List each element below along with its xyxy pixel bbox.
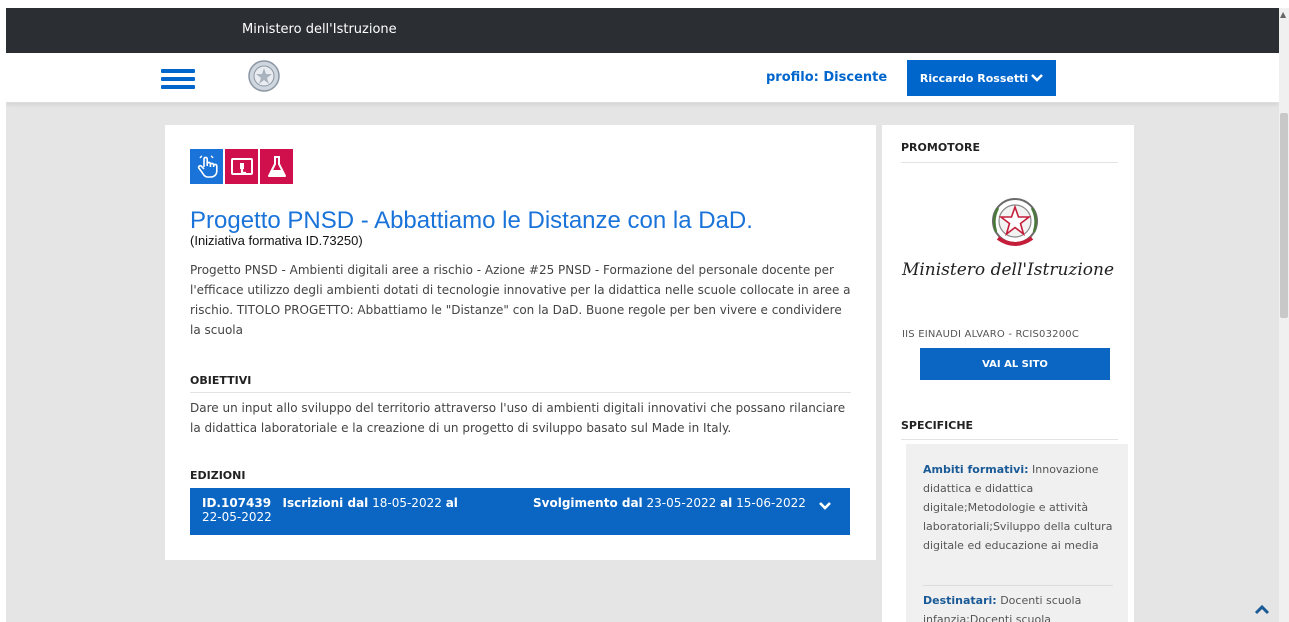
sidebar: PROMOTORE Ministero dell'Istruzione IIS … xyxy=(882,125,1134,622)
initiative-description: Progetto PNSD - Ambienti digitali aree a… xyxy=(190,263,851,337)
edizioni-heading: EDIZIONI xyxy=(190,469,246,482)
svolgimento-label: Svolgimento dal xyxy=(533,496,643,510)
tablet-touch-icon xyxy=(225,149,258,184)
promotore-heading: PROMOTORE xyxy=(901,141,981,154)
spec-destinatari: Destinatari: Docenti scuola infanzia;Doc… xyxy=(923,591,1113,622)
scrollbar-thumb[interactable] xyxy=(1280,113,1288,318)
edition-row[interactable]: ID.107439 Iscrizioni dal 18-05-2022 al 2… xyxy=(190,488,850,535)
divider xyxy=(923,585,1113,586)
category-icons xyxy=(190,149,293,184)
user-name: Riccardo Rossetti xyxy=(919,71,1029,85)
edition-registration: ID.107439 Iscrizioni dal 18-05-2022 al 2… xyxy=(202,496,482,524)
scrollbar[interactable]: ▲ xyxy=(1279,8,1289,622)
iscrizioni-label: Iscrizioni dal xyxy=(282,496,369,510)
initiative-id: (Iniziativa formativa ID.73250) xyxy=(190,233,363,248)
al-label: al xyxy=(720,496,733,510)
site-header: profilo: Discente Riccardo Rossetti xyxy=(6,53,1279,103)
profile-label: profilo: Discente xyxy=(766,70,888,85)
svolgimento-from: 23-05-2022 xyxy=(646,496,717,510)
spec-ambiti: Ambiti formativi: Innovazione didattica … xyxy=(923,460,1113,555)
iscrizioni-to: 22-05-2022 xyxy=(202,510,272,524)
al-label: al xyxy=(445,496,458,510)
ministry-name: Ministero dell'Istruzione xyxy=(242,22,397,37)
visit-site-button[interactable]: VAI AL SITO xyxy=(920,348,1110,380)
divider xyxy=(901,162,1118,163)
spec-label: Destinatari: xyxy=(923,594,997,607)
divider xyxy=(190,392,851,393)
hand-pointer-icon xyxy=(190,149,223,184)
divider xyxy=(901,439,1118,440)
page-viewport: Ministero dell'Istruzione profilo: Disce… xyxy=(6,8,1279,622)
spec-value: Innovazione didattica e didattica digita… xyxy=(923,463,1113,552)
edition-id: ID.107439 xyxy=(202,496,272,510)
chevron-up-icon[interactable] xyxy=(1254,604,1270,616)
school-name: IIS EINAUDI ALVARO - RCIS03200C xyxy=(902,329,1080,340)
edition-schedule: Svolgimento dal 23-05-2022 al 15-06-2022 xyxy=(533,496,806,510)
obiettivi-heading: OBIETTIVI xyxy=(190,374,252,387)
flask-icon xyxy=(260,149,293,184)
user-menu-button[interactable]: Riccardo Rossetti xyxy=(907,60,1056,96)
ministry-logo-text: Ministero dell'Istruzione xyxy=(901,260,1115,280)
spec-label: Ambiti formativi: xyxy=(923,463,1029,476)
republic-emblem-icon xyxy=(992,198,1038,246)
obiettivi-text: Dare un input allo sviluppo del territor… xyxy=(190,401,846,435)
scroll-up-icon[interactable]: ▲ xyxy=(1280,10,1286,19)
specs-box: Ambiti formativi: Innovazione didattica … xyxy=(906,444,1128,622)
iscrizioni-from: 18-05-2022 xyxy=(372,496,442,510)
page-title: Progetto PNSD - Abbattiamo le Distanze c… xyxy=(190,207,753,234)
menu-icon[interactable] xyxy=(161,69,195,89)
chevron-down-icon xyxy=(1031,74,1044,82)
svolgimento-to: 15-06-2022 xyxy=(736,496,806,510)
specifiche-heading: SPECIFICHE xyxy=(901,419,974,432)
chevron-down-icon[interactable] xyxy=(818,500,832,512)
initiative-card: Progetto PNSD - Abbattiamo le Distanze c… xyxy=(165,125,876,560)
republic-emblem-icon[interactable] xyxy=(247,59,281,93)
top-bar: Ministero dell'Istruzione xyxy=(6,8,1279,53)
